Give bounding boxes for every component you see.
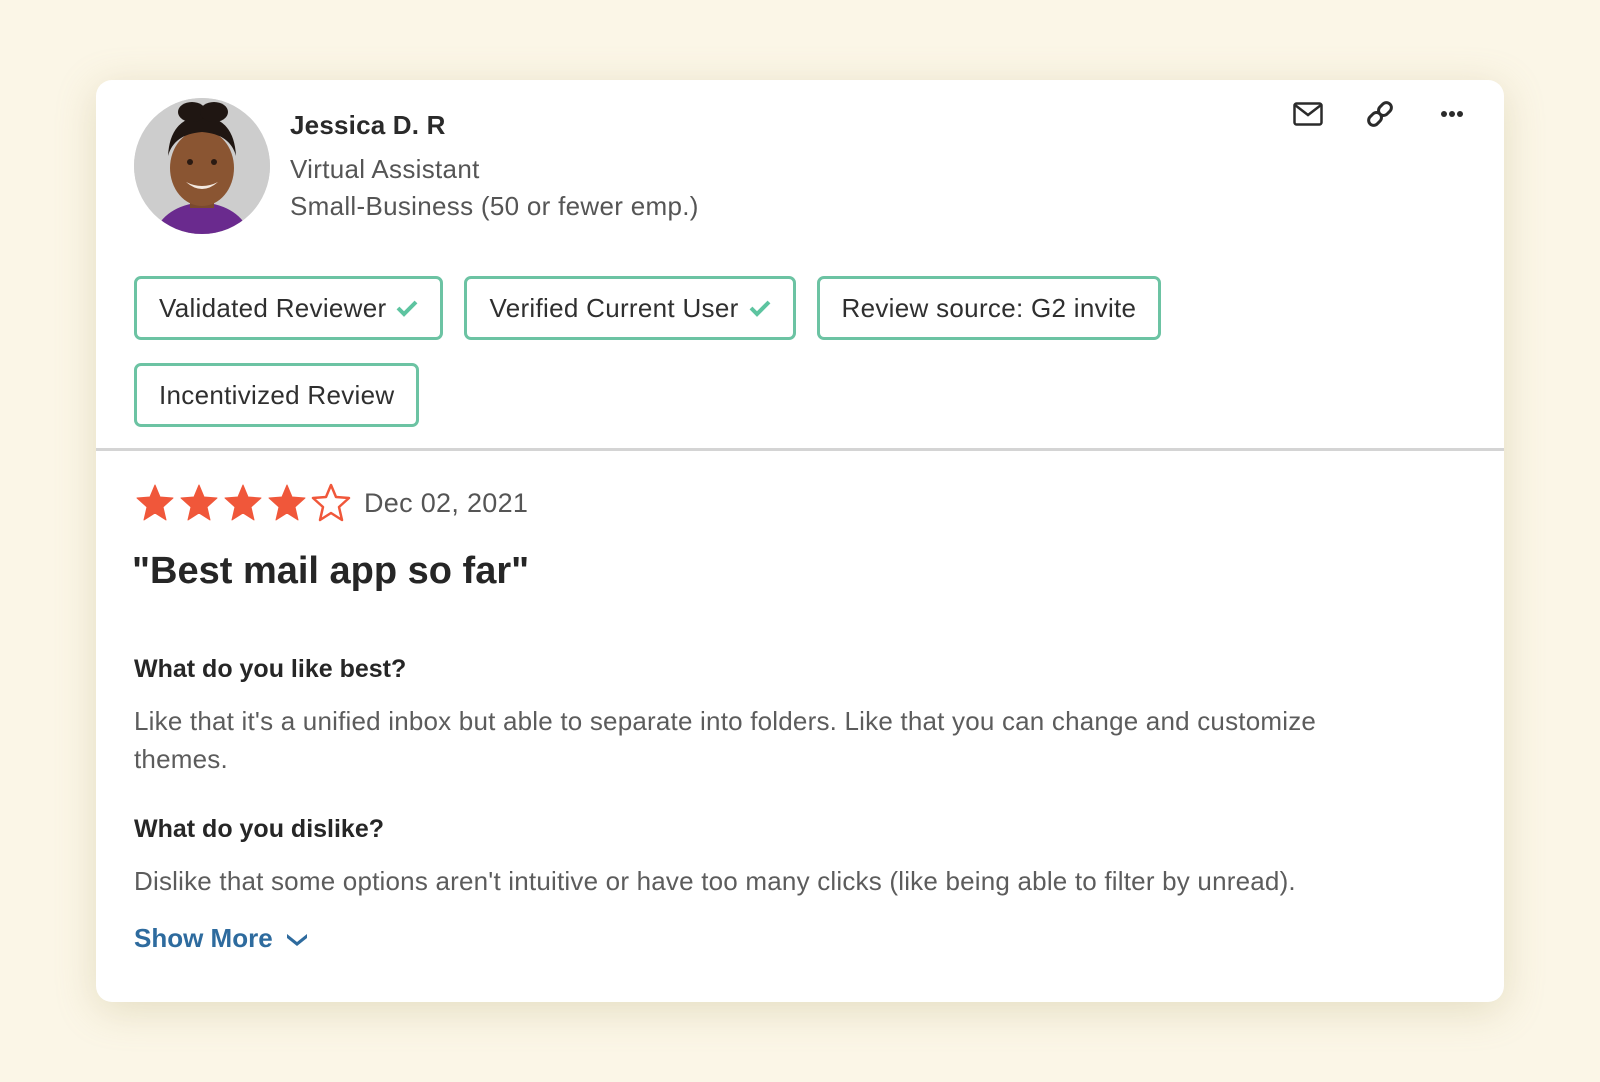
question-like-best: What do you like best? [134, 655, 407, 683]
star-empty-icon [311, 483, 351, 522]
check-icon [396, 299, 418, 317]
reviewer-company-size: Small-Business (50 or fewer emp.) [290, 191, 699, 221]
more-icon [1441, 111, 1463, 117]
check-icon [749, 299, 771, 317]
rating-row: Dec 02, 2021 [134, 483, 528, 523]
reviewer-role: Virtual Assistant [290, 154, 480, 184]
badge-label: Verified Current User [489, 292, 739, 323]
star-filled-icon [268, 484, 306, 521]
reviewer-name: Jessica D. R [290, 110, 446, 140]
avatar-photo-icon [134, 98, 270, 234]
badge-incentivized-review: Incentivized Review [134, 363, 420, 427]
email-button[interactable] [1292, 98, 1324, 130]
reviewer-header: Jessica D. R Virtual Assistant Small-Bus… [96, 80, 1504, 450]
badge-label: Incentivized Review [159, 379, 395, 410]
copy-link-button[interactable] [1364, 98, 1396, 130]
review-title: "Best mail app so far" [132, 550, 530, 592]
review-actions [1292, 98, 1468, 130]
answer-dislike: Dislike that some options aren't intuiti… [134, 866, 1296, 896]
star-filled-icon [136, 484, 174, 521]
reviewer-avatar [134, 98, 270, 234]
star-rating [134, 483, 352, 523]
review-card: Jessica D. R Virtual Assistant Small-Bus… [96, 80, 1504, 1002]
badge-label: Review source: G2 invite [841, 292, 1137, 323]
review-date: Dec 02, 2021 [364, 487, 529, 518]
star-filled-icon [180, 484, 218, 521]
section-divider [96, 448, 1504, 451]
show-more-label: Show More [134, 923, 273, 953]
mail-icon [1293, 102, 1323, 126]
show-more-button[interactable]: Show More [134, 923, 309, 954]
chevron-down-icon [286, 933, 307, 946]
more-options-button[interactable] [1436, 98, 1468, 130]
reviewer-badges: Validated Reviewer Verified Current User… [134, 276, 1234, 427]
question-dislike: What do you dislike? [134, 815, 385, 843]
badge-verified-current-user: Verified Current User [464, 276, 796, 340]
answer-like-best: Like that it's a unified inbox but able … [134, 706, 1317, 774]
badge-review-source: Review source: G2 invite [816, 276, 1162, 340]
badge-label: Validated Reviewer [159, 292, 387, 323]
star-filled-icon [224, 484, 262, 521]
badge-validated-reviewer: Validated Reviewer [134, 276, 444, 340]
link-icon [1367, 101, 1393, 127]
